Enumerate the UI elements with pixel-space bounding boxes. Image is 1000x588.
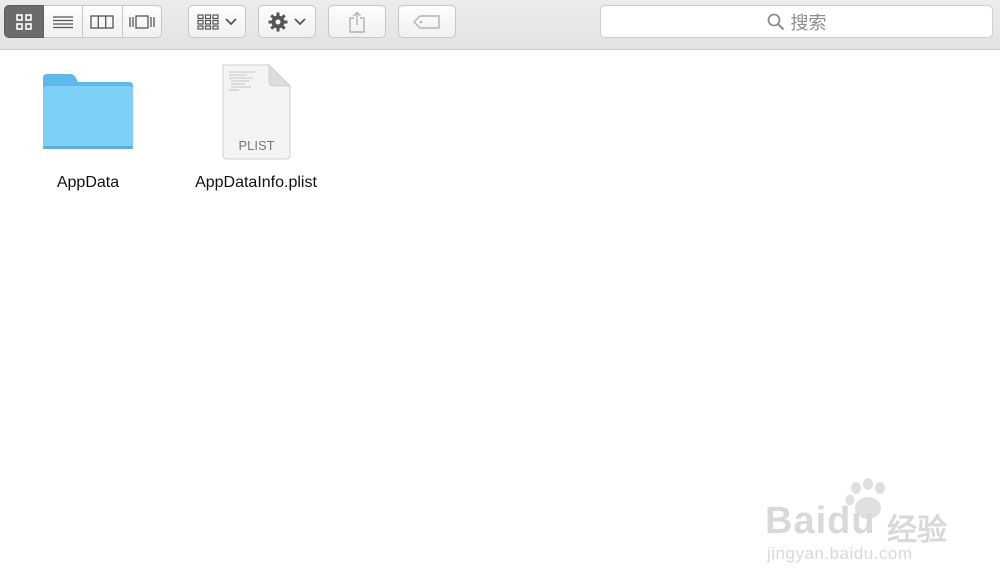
share-icon: [349, 11, 365, 33]
plist-badge: PLIST: [238, 138, 274, 153]
chevron-down-icon: [225, 17, 237, 25]
search-icon: [767, 13, 784, 30]
column-view-button[interactable]: [83, 5, 123, 38]
cover-flow-view-button[interactable]: [122, 5, 162, 38]
finder-toolbar: 搜索: [0, 0, 1000, 50]
cover-flow-icon: [129, 14, 155, 29]
action-button[interactable]: [258, 5, 316, 38]
gear-icon: [268, 12, 288, 31]
search-placeholder: 搜索: [790, 12, 827, 33]
file-item-folder[interactable]: AppData: [40, 70, 136, 196]
arrange-button[interactable]: [188, 5, 246, 38]
plist-document-icon: PLIST: [222, 64, 292, 160]
view-mode-switcher: [4, 5, 162, 38]
share-button[interactable]: [328, 5, 386, 38]
folder-icon: [43, 74, 133, 149]
watermark-brand: Baidu: [765, 500, 876, 542]
baidu-jingyan-watermark: Baidu 经验 jingyan.baidu.com: [765, 478, 965, 570]
list-view-button[interactable]: [43, 5, 83, 38]
icon-view-button[interactable]: [4, 5, 44, 38]
list-icon: [52, 15, 73, 28]
search-field[interactable]: 搜索: [600, 5, 993, 38]
file-name: AppDataInfo.plist: [195, 174, 317, 191]
tag-icon: [413, 14, 440, 29]
tags-button[interactable]: [398, 5, 456, 38]
columns-icon: [90, 14, 114, 29]
grid-icon: [15, 13, 32, 30]
arrange-icon: [197, 13, 219, 30]
file-name: AppData: [56, 174, 120, 191]
chevron-down-icon: [294, 17, 306, 25]
watermark-suffix: 经验: [887, 513, 947, 548]
file-item-plist[interactable]: PLIST AppDataInfo.plist: [180, 64, 332, 196]
watermark-url: jingyan.baidu.com: [767, 544, 913, 563]
